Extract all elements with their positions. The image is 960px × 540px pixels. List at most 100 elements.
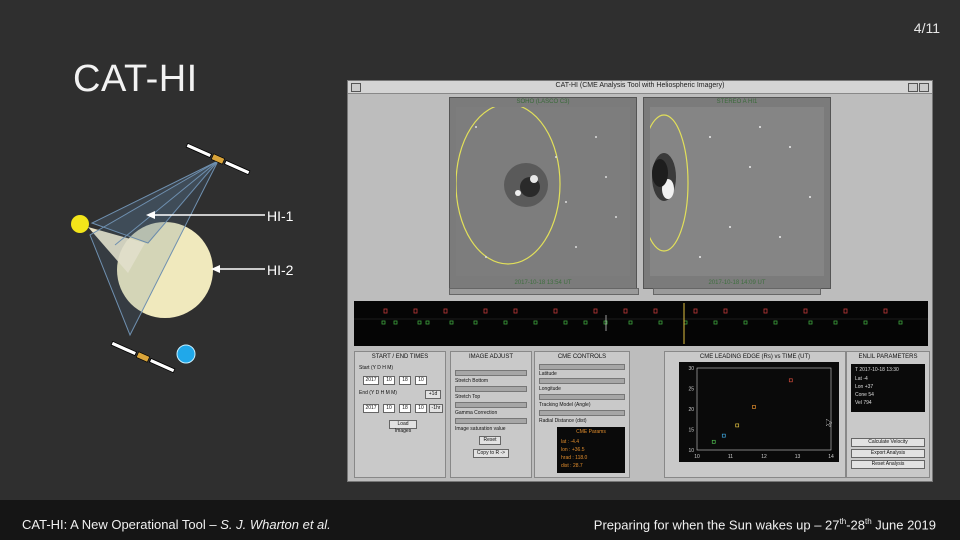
x-tick-label: 12 [761, 454, 767, 460]
enlil-parameters-panel: ENLIL PARAMETERS T 2017-10-18 13:30 Lat … [846, 351, 930, 478]
window-title: CAT-HI (CME Analysis Tool with Heliosphe… [555, 82, 725, 89]
reset-analysis-button[interactable]: Reset Analysis [851, 460, 925, 469]
x-tick-label: 10 [694, 454, 700, 460]
leading-edge-chart: 10 11 12 13 14 10 15 20 25 30 [688, 366, 834, 460]
end-min-field[interactable]: 10 [415, 404, 427, 413]
calculate-velocity-button[interactable]: Calculate Velocity [851, 438, 925, 447]
start-min-field[interactable]: 10 [415, 376, 427, 385]
stretch-bottom-label: Stretch Bottom [455, 378, 489, 384]
y-tick-label: 25 [688, 387, 694, 393]
cme-param-lat: lat : -4.4 [561, 439, 580, 445]
longitude-label: Longitude [539, 386, 561, 392]
leading-edge-chart-title: CME LEADING EDGE (Rs) vs TIME (UT) [699, 354, 811, 360]
hi1-frame-slider[interactable] [653, 288, 821, 295]
cme-params-readout: CME Params lat : -4.4 lon : +36.5 hrad :… [557, 427, 625, 473]
lasco-image[interactable] [455, 103, 630, 276]
copy-to-right-button[interactable]: Copy to R -> [473, 449, 509, 458]
longitude-slider[interactable] [539, 394, 625, 400]
close-icon[interactable] [919, 83, 929, 92]
footer-event-text-a: Preparing for when the Sun wakes up – 27 [593, 517, 840, 533]
hi2-label: HI-2 [267, 262, 294, 278]
stereo-spacecraft-top [185, 142, 251, 176]
data-point [788, 378, 793, 383]
data-point [752, 405, 756, 409]
load-images-button[interactable]: Load Images [389, 420, 417, 434]
footer-citation: CAT-HI: A New Operational Tool – S. J. W… [22, 517, 331, 532]
lasco-image-timestamp: 2017-10-18 13:54 UT [514, 280, 572, 286]
cme-controls-title: CME CONTROLS [557, 354, 607, 360]
lasco-image-panel[interactable]: SOHO (LASCO C3) 2017-10-18 13:54 UT [449, 97, 637, 289]
earth-icon [176, 344, 196, 364]
data-point [721, 433, 726, 438]
mouse-pointer-icon [826, 419, 832, 427]
footer-event-sup-2: th [864, 517, 872, 526]
enlil-lat: Lat -4 [855, 376, 868, 382]
cme-param-dist: dist : 28.7 [561, 463, 583, 469]
minus-hour-button[interactable]: -1hr [429, 404, 443, 413]
hi-geometry-diagram [60, 125, 320, 385]
enlil-title: ENLIL PARAMETERS [858, 354, 918, 360]
plus-day-button[interactable]: +1d [425, 390, 441, 399]
stretch-top-label: Stretch Top [455, 394, 481, 400]
start-day-field[interactable]: 10 [383, 376, 395, 385]
stretch-top-slider[interactable] [455, 402, 527, 408]
start-year-field[interactable]: 2017 [363, 376, 379, 385]
gamma-slider[interactable] [455, 418, 527, 424]
cme-controls-panel: CME CONTROLS Latitude Longitude Tracking… [534, 351, 630, 478]
stretch-bottom-slider[interactable] [455, 386, 527, 392]
start-label: Start (Y D H M) [359, 365, 394, 371]
image-timeline[interactable] [354, 301, 928, 346]
footer-event-text-b: -28 [846, 517, 865, 533]
end-hour-field[interactable]: 18 [399, 404, 411, 413]
start-end-title: START / END TIMES [371, 354, 429, 360]
start-end-panel: START / END TIMES Start (Y D H M) 2017 1… [354, 351, 446, 478]
saturation-label: Image saturation value [455, 426, 506, 432]
x-tick-label: 14 [828, 454, 834, 460]
start-hour-field[interactable]: 18 [399, 376, 411, 385]
leading-edge-plot-area[interactable]: 10 11 12 13 14 10 15 20 25 30 [679, 362, 839, 462]
plot-frame [696, 367, 832, 451]
gamma-label: Gamma Correction [455, 410, 498, 416]
reset-button[interactable]: Reset [479, 436, 501, 445]
cme-params-title: CME Params [576, 429, 606, 435]
hi1-image-timestamp: 2017-10-18 14:09 UT [708, 280, 766, 286]
x-tick-label: 13 [795, 454, 801, 460]
end-day-field[interactable]: 10 [383, 404, 395, 413]
enlil-time: T 2017-10-18 13:30 [855, 367, 899, 373]
slide-title: CAT-HI [73, 58, 198, 100]
radial-distance-label: Radial Distance (dist) [539, 418, 587, 424]
end-year-field[interactable]: 2017 [363, 404, 379, 413]
stereo-spacecraft-bottom [110, 340, 176, 374]
cme-slider-0[interactable] [539, 364, 625, 370]
lasco-frame-slider[interactable] [449, 288, 639, 295]
tracking-model-label: Tracking Model (Angle) [539, 402, 591, 408]
sun-icon [71, 215, 89, 233]
image-adjust-panel: IMAGE ADJUST Stretch Bottom Stretch Top … [450, 351, 532, 478]
enlil-vel: Vel 794 [855, 400, 872, 406]
latitude-slider[interactable] [539, 378, 625, 384]
enlil-lon: Lon +37 [855, 384, 874, 390]
footer-citation-authors: S. J. Wharton et al. [220, 517, 331, 532]
footer-event: Preparing for when the Sun wakes up – 27… [594, 517, 936, 532]
window-titlebar: CAT-HI (CME Analysis Tool with Heliosphe… [348, 81, 932, 94]
y-tick-label: 10 [688, 448, 694, 454]
tracking-model-slider[interactable] [539, 410, 625, 416]
data-point [711, 439, 716, 444]
cme-param-lon: lon : +36.5 [561, 447, 585, 453]
export-analysis-button[interactable]: Export Analysis [851, 449, 925, 458]
x-tick-label: 11 [728, 454, 733, 460]
image-adjust-slider-0[interactable] [455, 370, 527, 376]
enlil-cone: Cone 54 [855, 392, 874, 398]
cme-param-hrad: hrad : 118.0 [561, 455, 588, 461]
hi1-label: HI-1 [267, 208, 294, 224]
lasco-image-caption: SOHO (LASCO C3) [516, 99, 570, 105]
cat-hi-app-window: CAT-HI (CME Analysis Tool with Heliosphe… [347, 80, 933, 482]
minimize-icon[interactable] [908, 83, 918, 92]
hi1-image-caption: STEREO A HI1 [716, 99, 758, 105]
window-menu-icon[interactable] [351, 83, 361, 92]
latitude-label: Latitude [539, 371, 557, 377]
hi1-image-panel[interactable]: STEREO A HI1 2017-10-18 14:09 UT [639, 97, 831, 289]
hi1-image[interactable] [639, 107, 824, 276]
image-adjust-title: IMAGE ADJUST [468, 354, 513, 360]
y-tick-label: 15 [688, 428, 694, 434]
